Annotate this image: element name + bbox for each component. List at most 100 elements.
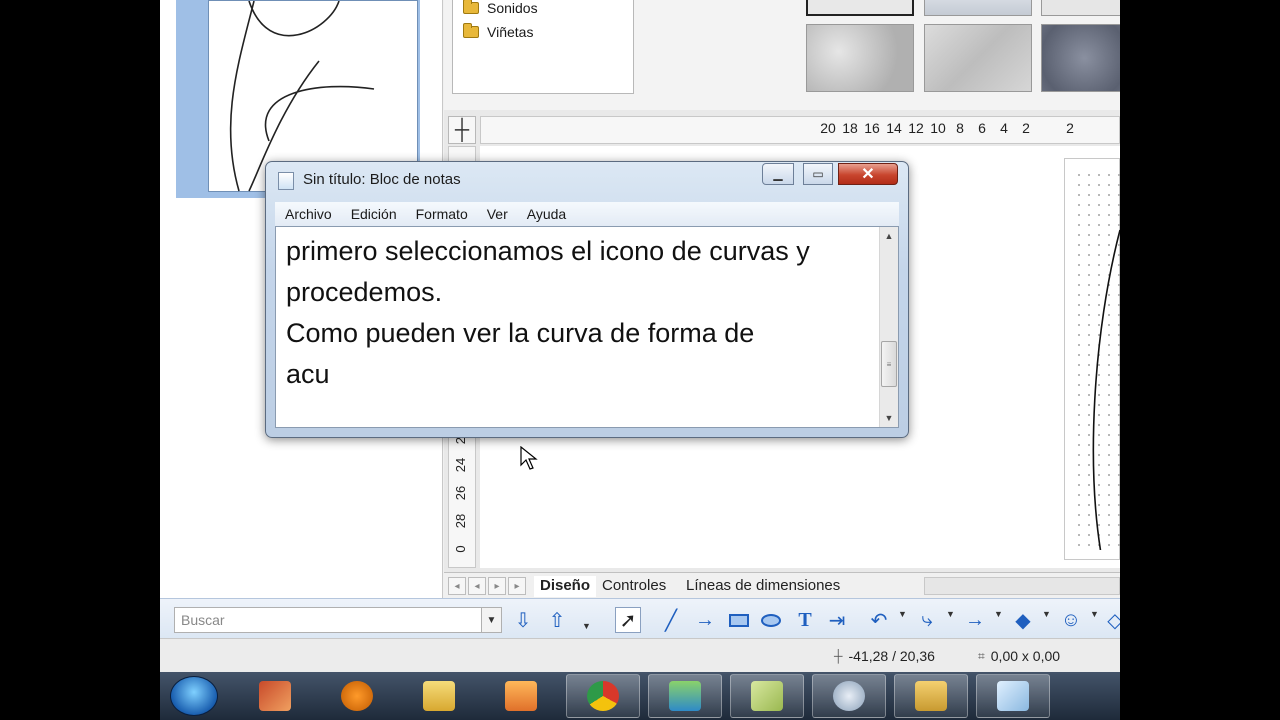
diamond-icon[interactable]: ◆ (1010, 607, 1036, 633)
scroll-down-icon[interactable]: ▼ (880, 409, 898, 427)
ruler-tick-label: 0 (453, 545, 468, 553)
tab-next-icon[interactable]: ▸ (488, 577, 506, 595)
texture-thumbnail[interactable] (924, 24, 1032, 92)
line-icon[interactable]: ╱ (658, 607, 684, 633)
paint-icon (259, 681, 291, 711)
media-player-icon (505, 681, 537, 711)
tab-lineas-dimensiones[interactable]: Líneas de dimensiones (680, 576, 846, 597)
menu-ver[interactable]: Ver (487, 206, 508, 222)
taskbar-app-draw[interactable] (730, 674, 804, 718)
ruler-tick-label: 10 (930, 120, 946, 136)
position-readout: -41,28 / 20,36 (848, 648, 935, 664)
chevron-down-icon[interactable]: ▼ (946, 609, 955, 619)
avast-icon (341, 681, 373, 711)
page-curve (1092, 229, 1120, 571)
chevron-down-icon[interactable]: ▼ (582, 621, 591, 631)
tab-prev-icon[interactable]: ◂ (468, 577, 486, 595)
gallery-item-vinetas[interactable]: Viñetas (463, 23, 534, 40)
notepad-window[interactable]: Sin título: Bloc de notas ▁ ▭ ✕ Archivo … (265, 161, 909, 438)
position-icon: ┼ (834, 649, 843, 663)
folder-icon (463, 23, 479, 38)
gallery-item-label: Sonidos (487, 0, 538, 16)
taskbar-app-messenger[interactable] (648, 674, 722, 718)
scroll-thumb[interactable]: ≡ (881, 341, 897, 387)
taskbar-app-avast[interactable] (320, 674, 394, 718)
ruler-tick-label: 20 (820, 120, 836, 136)
texture-thumbnail[interactable] (806, 0, 914, 16)
gallery-item-label: Viñetas (487, 24, 534, 40)
editor-content[interactable]: primero seleccionamos el icono de curvas… (286, 231, 866, 395)
taskbar-app-paint-image[interactable] (894, 674, 968, 718)
chevron-down-icon[interactable]: ▼ (1042, 609, 1051, 619)
close-button[interactable]: ✕ (838, 163, 898, 185)
select-pointer-icon[interactable]: ➚ (615, 607, 641, 633)
status-bar: ┼ -41,28 / 20,36 ⌗ 0,00 x 0,00 (160, 638, 1120, 672)
tab-first-icon[interactable]: ◂ (448, 577, 466, 595)
arrow-icon[interactable]: → (962, 607, 988, 633)
object-size: ⌗ 0,00 x 0,00 (978, 648, 1060, 664)
page-grid (1074, 170, 1120, 571)
gallery-panel: Sonidos Viñetas (444, 0, 1120, 110)
search-input[interactable]: Buscar ▼ (174, 607, 502, 633)
windows-taskbar (160, 672, 1120, 720)
folder-icon (423, 681, 455, 711)
ruler-tick-label: 14 (886, 120, 902, 136)
taskbar-app-explorer[interactable] (402, 674, 476, 718)
arrow-line-icon[interactable]: → (692, 607, 718, 633)
taskbar-app-paint[interactable] (238, 674, 312, 718)
menu-archivo[interactable]: Archivo (285, 206, 332, 222)
text-editor[interactable]: primero seleccionamos el icono de curvas… (275, 226, 899, 428)
texture-thumbnail[interactable] (1041, 0, 1120, 16)
ruler-tick-label: 18 (842, 120, 858, 136)
tab-controles[interactable]: Controles (596, 576, 672, 597)
ruler-tick-label (1037, 120, 1059, 140)
ruler-tick-label: 26 (453, 485, 468, 501)
arrow-up-icon[interactable]: ⇧ (544, 607, 570, 633)
menu-formato[interactable]: Formato (416, 206, 468, 222)
menu-edicion[interactable]: Edición (351, 206, 397, 222)
chevron-down-icon[interactable]: ▼ (481, 608, 501, 632)
texture-thumbnail[interactable] (924, 0, 1032, 16)
ellipse-icon[interactable] (758, 607, 784, 633)
taskbar-app-media[interactable] (484, 674, 558, 718)
chevron-down-icon[interactable]: ▼ (898, 609, 907, 619)
maximize-button[interactable]: ▭ (803, 163, 833, 185)
text-icon[interactable]: T (792, 607, 818, 633)
vertical-scrollbar[interactable]: ▲ ≡ ▼ (879, 227, 898, 427)
gallery-item-sonidos[interactable]: Sonidos (463, 0, 538, 16)
cursor-position: ┼ -41,28 / 20,36 (834, 648, 935, 664)
ruler-tick-label: 2 (1022, 120, 1030, 136)
ruler-tick-label: 4 (1000, 120, 1008, 136)
layer-tab-bar: ◂ ◂ ▸ ▸ Diseño Controles Líneas de dimen… (444, 572, 1120, 598)
ruler-tick-labels: 028262422 (453, 427, 473, 559)
dimension-icon[interactable]: ⇥ (824, 607, 850, 633)
symbol-shapes-icon[interactable]: ◇ (1102, 607, 1120, 633)
chevron-down-icon[interactable]: ▼ (1090, 609, 1099, 619)
horizontal-scrollbar[interactable] (924, 577, 1120, 595)
taskbar-app-notepad[interactable] (976, 674, 1050, 718)
gallery-theme-list: Sonidos Viñetas (452, 0, 634, 94)
image-icon (915, 681, 947, 711)
curve-icon[interactable]: ↶ (866, 607, 892, 633)
texture-thumbnail[interactable] (806, 24, 914, 92)
chevron-down-icon[interactable]: ▼ (994, 609, 1003, 619)
taskbar-app-refresh[interactable] (812, 674, 886, 718)
ruler-origin-icon[interactable]: ┼ (448, 116, 476, 144)
connector-icon[interactable]: ⤷ (914, 607, 940, 633)
tab-last-icon[interactable]: ▸ (508, 577, 526, 595)
mouse-pointer-icon (520, 446, 538, 470)
minimize-button[interactable]: ▁ (762, 163, 794, 185)
scroll-up-icon[interactable]: ▲ (880, 227, 898, 245)
menu-ayuda[interactable]: Ayuda (527, 206, 566, 222)
smiley-icon[interactable]: ☺ (1058, 607, 1084, 633)
start-button[interactable] (170, 676, 218, 716)
rectangle-icon[interactable] (726, 607, 752, 633)
ruler-tick-label: 24 (453, 457, 468, 473)
tab-diseno[interactable]: Diseño (534, 576, 597, 597)
texture-thumbnail[interactable] (1041, 24, 1120, 92)
search-placeholder: Buscar (181, 612, 225, 628)
draw-icon (751, 681, 783, 711)
arrow-down-icon[interactable]: ⇩ (510, 607, 536, 633)
messenger-icon (669, 681, 701, 711)
taskbar-app-chrome[interactable] (566, 674, 640, 718)
